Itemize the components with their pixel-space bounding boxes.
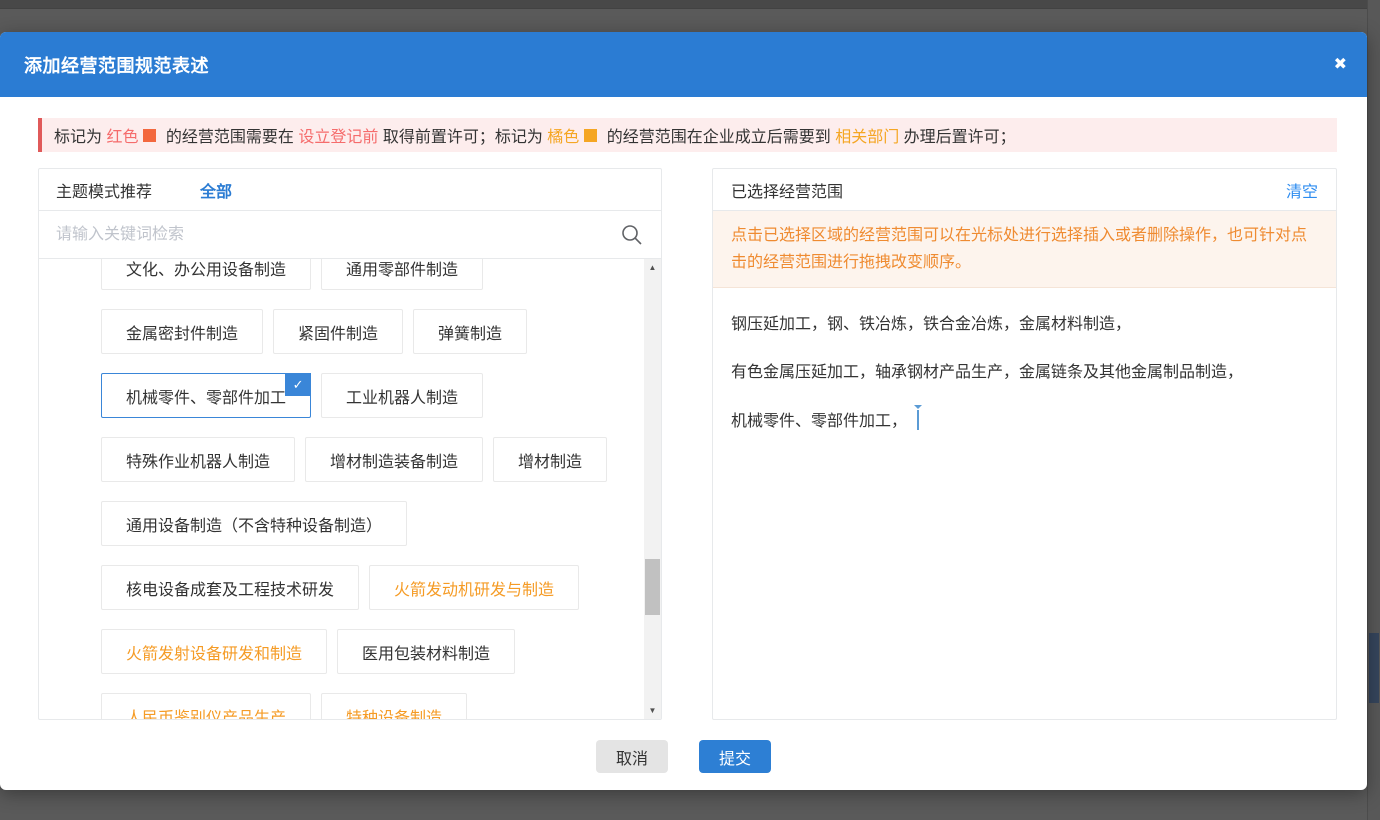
scope-tag[interactable]: 核电设备成套及工程技术研发 [101, 565, 359, 610]
legend-text-segment: 标记为 [54, 123, 106, 147]
search-bar [39, 211, 661, 259]
scope-picker-panel: 主题模式推荐 全部 文化、办公用设备制造通用零部件制造金属密封件制造紧固件制造弹… [38, 168, 662, 720]
submit-button[interactable]: 提交 [699, 740, 771, 773]
scope-tag-list-inner: 文化、办公用设备制造通用零部件制造金属密封件制造紧固件制造弹簧制造机械零件、零部… [101, 259, 661, 719]
search-icon[interactable] [620, 223, 644, 247]
dialog-title: 添加经营范围规范表述 [24, 52, 209, 78]
scope-tag[interactable]: 机械零件、零部件加工✓ [101, 373, 311, 418]
scope-tag[interactable]: 通用设备制造（不含特种设备制造） [101, 501, 407, 546]
legend-text-segment: 设立登记前 [298, 123, 378, 147]
list-scrollbar-thumb[interactable] [645, 559, 660, 615]
scope-tag[interactable]: 金属密封件制造 [101, 309, 263, 354]
selected-scope-line[interactable]: 机械零件、零部件加工， [731, 410, 1318, 433]
scope-tag[interactable]: 特殊作业机器人制造 [101, 437, 295, 482]
scope-tag[interactable]: 增材制造 [493, 437, 607, 482]
scope-tag[interactable]: 紧固件制造 [273, 309, 403, 354]
scope-tag[interactable]: 通用零部件制造 [321, 259, 483, 290]
scope-tag-list: 文化、办公用设备制造通用零部件制造金属密封件制造紧固件制造弹簧制造机械零件、零部… [39, 259, 661, 719]
page-scrollbar-thumb[interactable] [1369, 633, 1379, 703]
selected-scope-line[interactable]: 钢压延加工，钢、铁冶炼，铁合金冶炼，金属材料制造， [731, 314, 1318, 336]
tab-all[interactable]: 全部 [200, 178, 232, 202]
legend-text-segment: 橘色 [547, 123, 579, 147]
legend-text-segment: 取得前置许可；标记为 [378, 123, 547, 147]
tag-row: 人民币鉴别仪产品生产特种设备制造 [101, 693, 661, 719]
picker-tabs: 主题模式推荐 全部 [39, 169, 661, 211]
legend-text-segment: 的经营范围需要在 [161, 123, 298, 147]
scope-tag[interactable]: 特种设备制造 [321, 693, 467, 719]
selected-scopes-title: 已选择经营范围 [731, 178, 843, 202]
close-icon[interactable]: ✖ [1334, 57, 1347, 73]
scope-tag[interactable]: 增材制造装备制造 [305, 437, 483, 482]
color-legend-notice: 标记为 红色 的经营范围需要在 设立登记前 取得前置许可；标记为 橘色 的经营范… [38, 118, 1337, 152]
scroll-down-icon[interactable]: ▼ [644, 706, 661, 715]
scope-tag[interactable]: 文化、办公用设备制造 [101, 259, 311, 290]
cancel-button[interactable]: 取消 [596, 740, 668, 773]
dialog-body: 主题模式推荐 全部 文化、办公用设备制造通用零部件制造金属密封件制造紧固件制造弹… [38, 168, 1337, 720]
selected-scopes-hint: 点击已选择区域的经营范围可以在光标处进行选择插入或者删除操作，也可针对点击的经营… [713, 211, 1336, 288]
legend-text-segment: 办理后置许可； [899, 123, 1015, 147]
tag-row: 金属密封件制造紧固件制造弹簧制造 [101, 309, 661, 354]
legend-text-segment: 相关部门 [835, 123, 899, 147]
tab-theme-mode[interactable]: 主题模式推荐 [56, 178, 152, 202]
selected-scope-line[interactable]: 有色金属压延加工，轴承钢材产品生产，金属链条及其他金属制品制造， [731, 362, 1318, 384]
tag-row: 火箭发射设备研发和制造医用包装材料制造 [101, 629, 661, 674]
tag-row: 文化、办公用设备制造通用零部件制造 [101, 259, 661, 290]
legend-square-icon [143, 129, 156, 142]
dialog-footer: 取消 提交 [0, 740, 1367, 773]
list-scrollbar[interactable]: ▲ ▼ [644, 259, 661, 719]
clear-all-link[interactable]: 清空 [1286, 178, 1318, 202]
check-badge-icon: ✓ [285, 373, 311, 396]
scope-tag[interactable]: 人民币鉴别仪产品生产 [101, 693, 311, 719]
scope-tag[interactable]: 工业机器人制造 [321, 373, 483, 418]
selected-scopes-panel: 已选择经营范围 清空 点击已选择区域的经营范围可以在光标处进行选择插入或者删除操… [712, 168, 1337, 720]
text-cursor [917, 410, 919, 430]
tag-row: 机械零件、零部件加工✓工业机器人制造 [101, 373, 661, 418]
selected-scopes-header: 已选择经营范围 清空 [713, 169, 1336, 211]
legend-square-icon [584, 129, 597, 142]
page-scrollbar[interactable] [1367, 0, 1380, 820]
scope-tag[interactable]: 弹簧制造 [413, 309, 527, 354]
scroll-up-icon[interactable]: ▲ [644, 263, 661, 272]
scope-tag[interactable]: 火箭发动机研发与制造 [369, 565, 579, 610]
legend-text-segment: 红色 [106, 123, 138, 147]
tag-row: 核电设备成套及工程技术研发火箭发动机研发与制造 [101, 565, 661, 610]
browser-top-strip [0, 0, 1380, 9]
search-input[interactable] [39, 211, 661, 258]
tag-row: 特殊作业机器人制造增材制造装备制造增材制造 [101, 437, 661, 482]
scope-tag[interactable]: 火箭发射设备研发和制造 [101, 629, 327, 674]
dialog-header: 添加经营范围规范表述 ✖ [0, 32, 1367, 97]
legend-text-segment: 的经营范围在企业成立后需要到 [602, 123, 835, 147]
selected-scopes-text[interactable]: 钢压延加工，钢、铁冶炼，铁合金冶炼，金属材料制造， 有色金属压延加工，轴承钢材产品… [713, 288, 1336, 719]
add-business-scope-dialog: 添加经营范围规范表述 ✖ 标记为 红色 的经营范围需要在 设立登记前 取得前置许… [0, 32, 1367, 790]
tag-row: 通用设备制造（不含特种设备制造） [101, 501, 661, 546]
scope-tag[interactable]: 医用包装材料制造 [337, 629, 515, 674]
